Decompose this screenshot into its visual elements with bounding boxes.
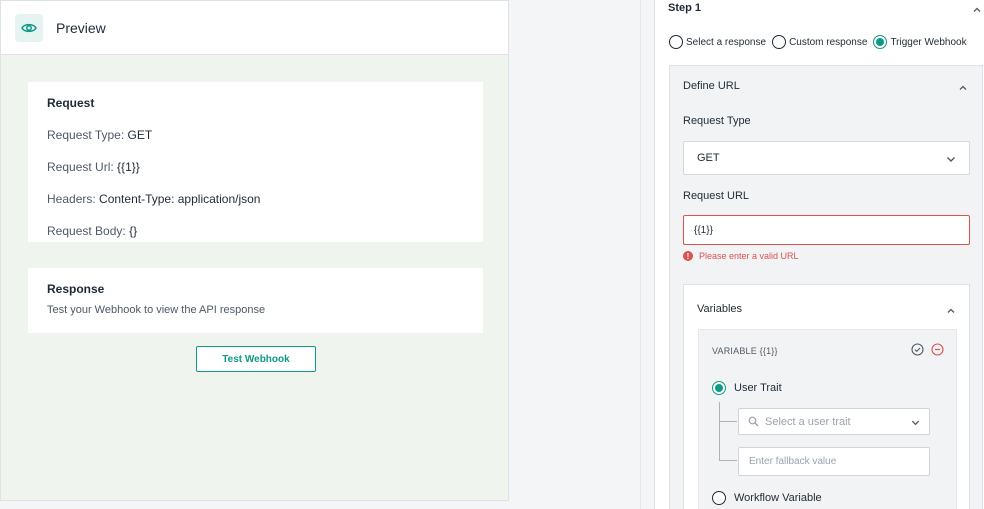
- radio-label: Custom response: [789, 36, 868, 48]
- radio-label: Trigger Webhook: [890, 36, 967, 48]
- variables-section: Variables VARIABLE {{1}} User Trait Sele…: [683, 284, 970, 509]
- chevron-up-icon[interactable]: [958, 80, 968, 98]
- radio-circle[interactable]: [772, 35, 787, 49]
- radio-circle[interactable]: [712, 491, 726, 505]
- request-body-row: Request Body: {}: [47, 224, 464, 238]
- request-title: Request: [47, 96, 95, 110]
- request-url-input-value: {{1}}: [694, 224, 713, 236]
- tree-connector: [719, 460, 737, 461]
- error-text: Please enter a valid URL: [699, 251, 799, 261]
- response-card: Response Test your Webhook to view the A…: [28, 268, 483, 333]
- radio-label: Select a response: [686, 36, 767, 48]
- request-type-select[interactable]: GET: [683, 141, 970, 175]
- variables-title: Variables: [697, 303, 743, 315]
- response-title: Response: [47, 282, 105, 296]
- request-card: Request Request Type: GET Request Url: {…: [28, 82, 483, 242]
- request-type-field-label: Request Type: [683, 115, 751, 127]
- option-label: User Trait: [734, 382, 782, 394]
- request-type-row: Request Type: GET: [47, 128, 464, 142]
- check-circle-icon[interactable]: [911, 343, 924, 361]
- response-type-radios: Select a response Custom response Trigge…: [669, 35, 973, 49]
- request-type-selected: GET: [697, 152, 720, 164]
- error-icon: !: [683, 251, 693, 261]
- radio-select-response[interactable]: Select a response: [669, 35, 766, 49]
- request-url-row: Request Url: {{1}}: [47, 160, 464, 174]
- request-type-label: Request Type:: [47, 128, 125, 142]
- fallback-input[interactable]: Enter fallback value: [738, 447, 930, 476]
- radio-circle-selected[interactable]: [712, 381, 726, 395]
- preview-title: Preview: [56, 19, 106, 36]
- chevron-up-icon[interactable]: [946, 303, 956, 321]
- step-title: Step 1: [668, 2, 702, 14]
- request-body-label: Request Body:: [47, 224, 126, 238]
- chevron-up-icon[interactable]: [972, 2, 982, 20]
- url-error-message: ! Please enter a valid URL: [683, 251, 799, 261]
- preview-panel: Preview Request Request Type: GET Reques…: [0, 0, 509, 501]
- chevron-down-icon: [910, 417, 921, 431]
- request-type-value: GET: [127, 128, 153, 142]
- variable-name: VARIABLE {{1}}: [712, 346, 778, 356]
- tree-connector: [719, 421, 737, 422]
- define-url-title: Define URL: [683, 80, 740, 92]
- option-label: Workflow Variable: [734, 492, 822, 504]
- user-trait-placeholder: Select a user trait: [765, 415, 851, 428]
- headers-value: Content-Type: application/json: [99, 192, 261, 206]
- request-url-value: {{1}}: [117, 160, 140, 174]
- user-trait-select[interactable]: Select a user trait: [738, 408, 930, 435]
- headers-label: Headers:: [47, 192, 96, 206]
- eye-icon: [15, 13, 43, 42]
- request-url-field-label: Request URL: [683, 190, 750, 202]
- headers-row: Headers: Content-Type: application/json: [47, 192, 464, 206]
- radio-custom-response[interactable]: Custom response: [772, 35, 867, 49]
- radio-trigger-webhook[interactable]: Trigger Webhook: [873, 35, 967, 49]
- config-panel: Step 1 Select a response Custom response…: [654, 0, 984, 509]
- request-body-value: {}: [129, 224, 138, 238]
- option-workflow-variable[interactable]: Workflow Variable: [712, 491, 822, 505]
- request-url-input[interactable]: {{1}}: [683, 215, 970, 245]
- radio-circle-selected[interactable]: [873, 35, 888, 49]
- radio-circle[interactable]: [669, 35, 683, 49]
- search-icon: [748, 416, 759, 427]
- preview-header: Preview: [1, 1, 508, 55]
- tree-connector: [719, 402, 720, 460]
- request-url-label: Request Url:: [47, 160, 114, 174]
- define-url-section: Define URL Request Type GET Request URL …: [669, 65, 983, 509]
- fallback-placeholder: Enter fallback value: [749, 456, 837, 467]
- option-user-trait[interactable]: User Trait: [712, 381, 782, 395]
- divider: [640, 0, 641, 509]
- test-webhook-button[interactable]: Test Webhook: [196, 346, 316, 372]
- chevron-down-icon: [945, 153, 957, 168]
- variable-card: VARIABLE {{1}} User Trait Select a user …: [698, 329, 957, 509]
- remove-circle-icon[interactable]: [931, 343, 944, 361]
- response-text: Test your Webhook to view the API respon…: [47, 304, 266, 316]
